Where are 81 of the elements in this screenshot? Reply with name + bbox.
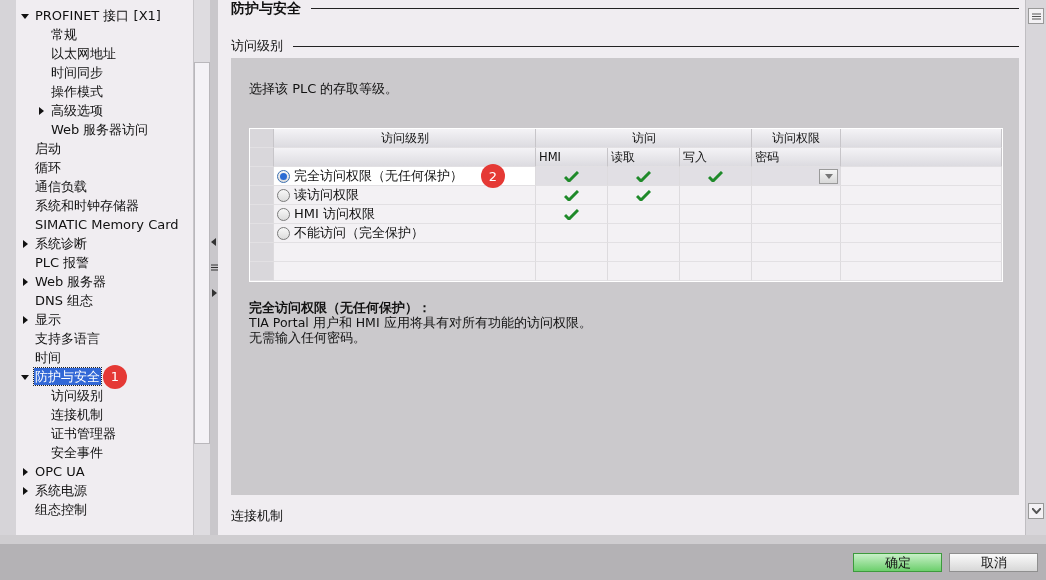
tree-item[interactable]: 高级选项: [50, 102, 104, 119]
step-badge: 2: [481, 164, 505, 188]
description-text: 无需输入任何密码。: [249, 330, 367, 345]
tree-item[interactable]: 显示: [34, 311, 62, 328]
tree-item[interactable]: PROFINET 接口 [X1]: [34, 7, 162, 24]
column-header: 访问级别: [274, 129, 536, 148]
collapsed-arrow-icon[interactable]: [20, 238, 30, 249]
tree-item[interactable]: DNS 组态: [34, 292, 95, 309]
tree-item[interactable]: SIMATIC Memory Card: [34, 216, 180, 233]
table-cell: [680, 262, 752, 281]
section-title: 防护与安全: [231, 0, 301, 18]
tree-item[interactable]: 通信负载: [34, 178, 88, 195]
tree-item[interactable]: 支持多语言: [34, 330, 101, 347]
tree-item[interactable]: 常规: [50, 26, 78, 43]
tree-item[interactable]: 连接机制: [50, 406, 104, 423]
left-arrow-icon[interactable]: [211, 238, 217, 246]
caret-icon: [824, 173, 833, 179]
right-arrow-icon[interactable]: [211, 289, 217, 297]
collapsed-arrow-icon[interactable]: [36, 105, 46, 116]
splitter-handle[interactable]: [210, 0, 218, 535]
row-header: [250, 129, 274, 148]
checkmark-icon: [636, 170, 651, 182]
checkmark-icon: [564, 170, 579, 182]
tree-item[interactable]: 以太网地址: [50, 45, 117, 62]
column-header: 密码: [752, 148, 841, 167]
table-cell: [608, 262, 680, 281]
checkmark-icon: [564, 189, 579, 201]
description-text: TIA Portal 用户和 HMI 应用将具有对所有功能的访问权限。: [249, 315, 593, 330]
collapsed-arrow-icon[interactable]: [20, 314, 30, 325]
dialog-button[interactable]: 取消: [949, 552, 1038, 572]
tree-item[interactable]: 组态控制: [34, 501, 88, 518]
access-level-label[interactable]: 完全访问权限（无任何保护）: [294, 167, 463, 185]
radio-button[interactable]: [277, 169, 290, 183]
checkmark-icon: [564, 208, 579, 220]
tree-item[interactable]: 系统诊断: [34, 235, 88, 252]
radio-button[interactable]: [277, 188, 290, 202]
step-badge: 1: [103, 364, 127, 389]
dropdown-button[interactable]: [819, 168, 838, 184]
intro-text: 选择该 PLC 的存取等级。: [249, 80, 400, 98]
tree-item[interactable]: 防护与安全: [34, 368, 101, 385]
tree-item[interactable]: OPC UA: [34, 463, 86, 480]
column-header: HMI: [536, 148, 608, 167]
row-header: [250, 243, 274, 262]
tree-item[interactable]: 时间同步: [50, 64, 104, 81]
column-header: 访问: [536, 129, 752, 148]
dialog-button[interactable]: 确定: [853, 552, 942, 572]
table-cell: [536, 262, 608, 281]
tree-item[interactable]: 证书管理器: [50, 425, 117, 442]
tree-item[interactable]: Web 服务器访问: [50, 121, 150, 138]
access-level-label[interactable]: HMI 访问权限: [294, 205, 375, 223]
tree-item[interactable]: 启动: [34, 140, 62, 157]
collapsed-arrow-icon[interactable]: [20, 485, 30, 496]
tree-item[interactable]: PLC 报警: [34, 254, 91, 271]
tree-item[interactable]: 循环: [34, 159, 62, 176]
row-header: [250, 148, 274, 167]
collapsed-arrow-icon[interactable]: [20, 276, 30, 287]
column-header: 访问权限: [752, 129, 841, 148]
radio-button[interactable]: [277, 207, 290, 221]
column-header: 写入: [680, 148, 752, 167]
checkmark-icon: [636, 189, 651, 201]
tree-item[interactable]: 系统电源: [34, 482, 88, 499]
access-level-label[interactable]: 不能访问（完全保护）: [294, 224, 424, 242]
tree-item[interactable]: 系统和时钟存储器: [34, 197, 140, 214]
access-level-label[interactable]: 读访问权限: [294, 186, 359, 204]
description-title: 完全访问权限（无任何保护）：: [249, 300, 432, 315]
tree-item[interactable]: 访问级别: [50, 387, 104, 404]
collapsed-arrow-icon[interactable]: [20, 466, 30, 477]
subsection-title: 访问级别: [231, 37, 283, 55]
column-header: 读取: [608, 148, 680, 167]
scrollbar[interactable]: [193, 0, 210, 535]
tree-item[interactable]: Web 服务器: [34, 273, 108, 290]
section-title: 连接机制: [231, 507, 284, 525]
tree-item[interactable]: 安全事件: [50, 444, 104, 461]
radio-button[interactable]: [277, 226, 290, 240]
checkmark-icon: [708, 170, 723, 182]
tree-item[interactable]: 时间: [34, 349, 62, 366]
grip-icon[interactable]: [210, 264, 218, 271]
scrollbar[interactable]: [1025, 0, 1046, 535]
tree-item[interactable]: 操作模式: [50, 83, 104, 100]
row-header: [250, 262, 274, 281]
grip-icon: [1031, 12, 1041, 20]
